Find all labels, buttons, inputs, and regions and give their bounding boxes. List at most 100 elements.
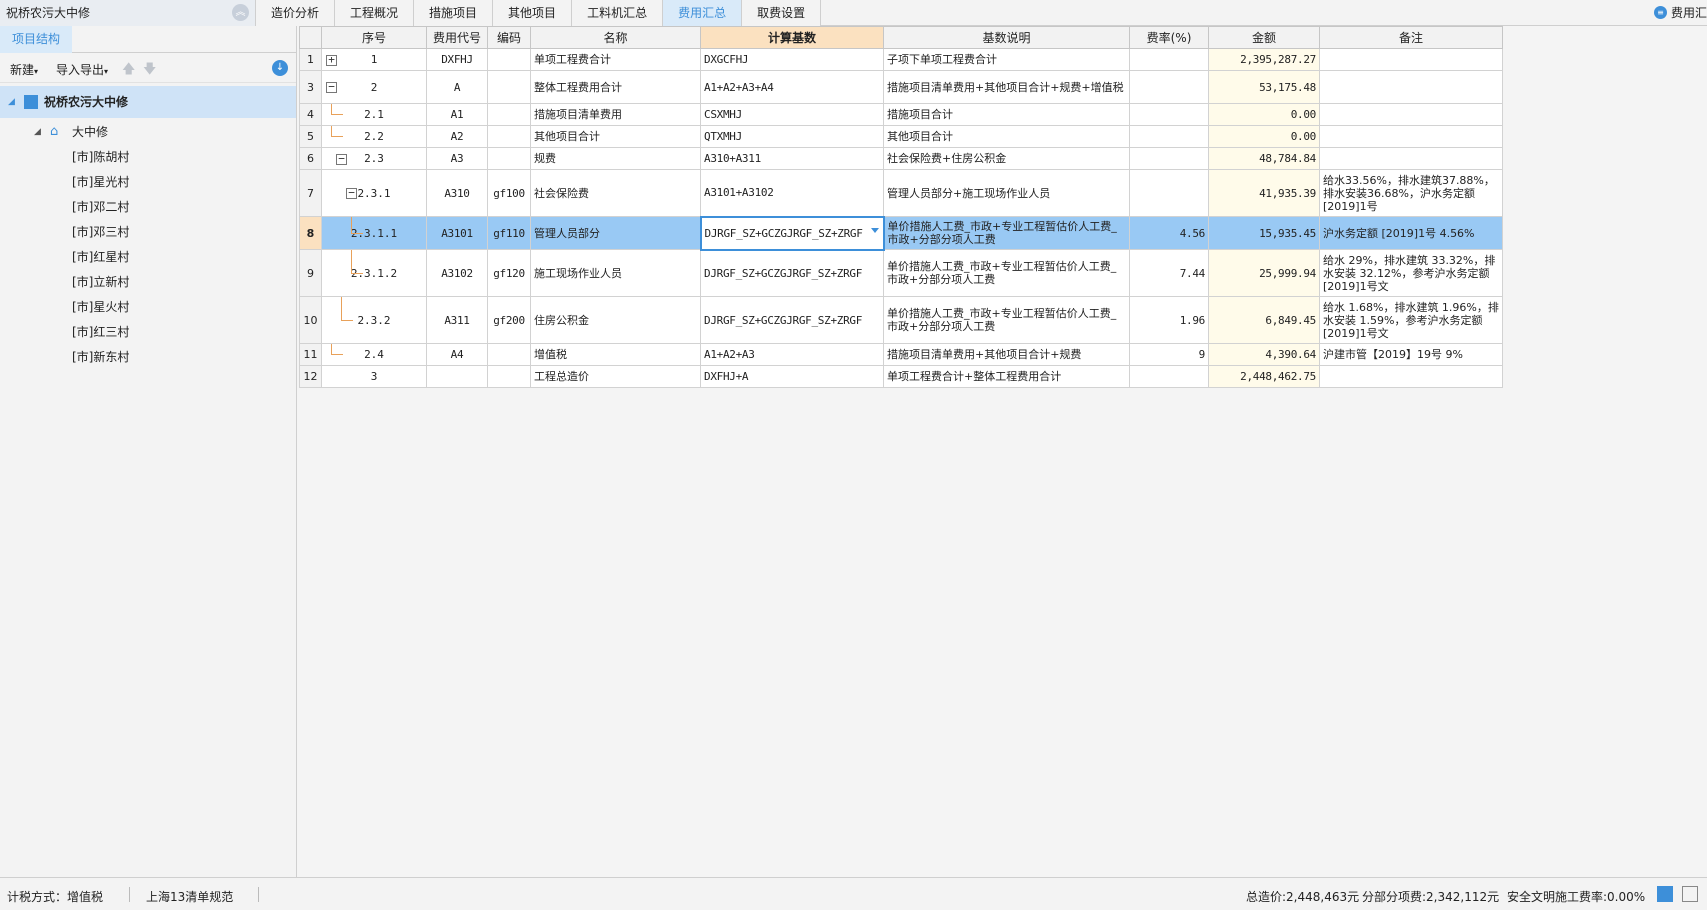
name-cell[interactable]: 措施项目清单费用: [530, 103, 701, 126]
code-cell[interactable]: gf100: [487, 169, 531, 217]
new-button[interactable]: 新建▾: [10, 61, 38, 78]
tree-leaf-item[interactable]: [市]邓二村: [0, 195, 296, 220]
rate-cell[interactable]: 9: [1129, 343, 1209, 366]
table-row[interactable]: 5 2.2 A2 其他项目合计 QTXMHJ 其他项目合计 0.00: [299, 125, 1503, 148]
header-name[interactable]: 名称: [530, 26, 701, 49]
calc-base-cell[interactable]: A310+A311: [700, 147, 884, 170]
base-desc-cell[interactable]: 单项工程费合计+整体工程费用合计: [883, 365, 1130, 388]
note-cell[interactable]: 沪建市管【2019】19号 9%: [1319, 343, 1503, 366]
calc-base-cell[interactable]: DJRGF_SZ+GCZGJRGF_SZ+ZRGF: [699, 215, 885, 251]
seq-cell[interactable]: 2.3.1.2: [321, 249, 427, 297]
note-cell[interactable]: 给水 29%，排水建筑 33.32%，排水安装 32.12%，参考沪水务定额[2…: [1319, 249, 1503, 297]
name-cell[interactable]: 整体工程费用合计: [530, 70, 701, 104]
collapse-panel-icon[interactable]: ︽: [232, 4, 249, 21]
header-seq[interactable]: 序号: [321, 26, 427, 49]
tab-labor-material-summary[interactable]: 工料机汇总: [572, 0, 664, 26]
import-export-button[interactable]: 导入导出▾: [56, 61, 108, 78]
table-row[interactable]: 4 2.1 A1 措施项目清单费用 CSXMHJ 措施项目合计 0.00: [299, 103, 1503, 126]
code-cell[interactable]: [487, 70, 531, 104]
header-base-desc[interactable]: 基数说明: [883, 26, 1130, 49]
code-cell[interactable]: [487, 365, 531, 388]
table-row[interactable]: 12 3 工程总造价 DXFHJ+A 单项工程费合计+整体工程费用合计 2,448,462…: [299, 365, 1503, 388]
table-row[interactable]: 10 2.3.2 A311 gf200 住房公积金 DJRGF_SZ+GCZGJRGF_S…: [299, 296, 1503, 344]
note-cell[interactable]: [1319, 147, 1503, 170]
base-desc-cell[interactable]: 措施项目清单费用+其他项目合计+规费+增值税: [883, 70, 1130, 104]
tree-leaf-item[interactable]: [市]红三村: [0, 320, 296, 345]
tree-node-item[interactable]: ◢ ⌂ 大中修: [0, 120, 296, 145]
base-desc-cell[interactable]: 子项下单项工程费合计: [883, 48, 1130, 71]
note-cell[interactable]: 给水 1.68%，排水建筑 1.96%，排水安装 1.59%，参考沪水务定额 […: [1319, 296, 1503, 344]
code-cell[interactable]: [487, 147, 531, 170]
note-cell[interactable]: [1319, 48, 1503, 71]
note-cell[interactable]: [1319, 103, 1503, 126]
fee-code-cell[interactable]: A4: [426, 343, 488, 366]
note-cell[interactable]: [1319, 125, 1503, 148]
tab-project-structure[interactable]: 项目结构: [0, 26, 73, 53]
base-desc-cell[interactable]: 单价措施人工费_市政+专业工程暂估价人工费_市政+分部分项人工费: [883, 216, 1130, 250]
calc-base-cell[interactable]: DXFHJ+A: [700, 365, 884, 388]
seq-cell[interactable]: 2.3.1.1: [321, 216, 427, 250]
note-cell[interactable]: 沪水务定额 [2019]1号 4.56%: [1319, 216, 1503, 250]
download-icon[interactable]: ↓: [272, 60, 288, 76]
table-row[interactable]: 1 +1 DXFHJ 单项工程费合计 DXGCFHJ 子项下单项工程费合计 2,395,28…: [299, 48, 1503, 71]
rate-cell[interactable]: [1129, 48, 1209, 71]
seq-cell[interactable]: 2.2: [321, 125, 427, 148]
collapse-icon[interactable]: −: [346, 187, 357, 199]
fee-code-cell[interactable]: A311: [426, 296, 488, 344]
code-cell[interactable]: gf120: [487, 249, 531, 297]
note-cell[interactable]: [1319, 365, 1503, 388]
base-desc-cell[interactable]: 单价措施人工费_市政+专业工程暂估价人工费_市政+分部分项人工费: [883, 296, 1130, 344]
code-cell[interactable]: gf110: [487, 216, 531, 250]
name-cell[interactable]: 单项工程费合计: [530, 48, 701, 71]
base-desc-cell[interactable]: 其他项目合计: [883, 125, 1130, 148]
rate-cell[interactable]: [1129, 103, 1209, 126]
calc-base-cell[interactable]: DJRGF_SZ+GCZGJRGF_SZ+ZRGF: [700, 249, 884, 297]
base-desc-cell[interactable]: 措施项目清单费用+其他项目合计+规费: [883, 343, 1130, 366]
base-desc-cell[interactable]: 管理人员部分+施工现场作业人员: [883, 169, 1130, 217]
calc-base-cell[interactable]: A3101+A3102: [700, 169, 884, 217]
code-cell[interactable]: [487, 48, 531, 71]
tab-other-items[interactable]: 其他项目: [493, 0, 573, 26]
tab-measure-items[interactable]: 措施项目: [414, 0, 494, 26]
code-cell[interactable]: gf200: [487, 296, 531, 344]
base-desc-cell[interactable]: 社会保险费+住房公积金: [883, 147, 1130, 170]
move-down-icon[interactable]: 🡇: [143, 60, 156, 82]
note-cell[interactable]: [1319, 70, 1503, 104]
fee-code-cell[interactable]: A2: [426, 125, 488, 148]
note-cell[interactable]: 给水33.56%，排水建筑37.88%，排水安装36.68%，沪水务定额[201…: [1319, 169, 1503, 217]
table-row[interactable]: 11 2.4 A4 增值税 A1+A2+A3 措施项目清单费用+其他项目合计+规费 9 4,3…: [299, 343, 1503, 366]
calc-base-cell[interactable]: DXGCFHJ: [700, 48, 884, 71]
header-note[interactable]: 备注: [1319, 26, 1503, 49]
tree-root-item[interactable]: ◢ 祝桥农污大中修: [0, 86, 296, 118]
tree-leaf-item[interactable]: [市]新东村: [0, 345, 296, 370]
code-cell[interactable]: [487, 103, 531, 126]
calc-base-cell[interactable]: A1+A2+A3: [700, 343, 884, 366]
table-row[interactable]: 8 2.3.1.1 A3101 gf110 管理人员部分 DJRGF_SZ+GCZGJRG…: [299, 215, 1503, 251]
rate-cell[interactable]: [1129, 70, 1209, 104]
rate-cell[interactable]: [1129, 365, 1209, 388]
table-row[interactable]: 3−2 A 整体工程费用合计 A1+A2+A3+A4 措施项目清单费用+其他项目合计+规…: [299, 70, 1503, 104]
tab-project-overview[interactable]: 工程概况: [335, 0, 415, 26]
seq-cell[interactable]: −2.3.1: [321, 169, 427, 217]
name-cell[interactable]: 增值税: [530, 343, 701, 366]
calc-base-cell[interactable]: DJRGF_SZ+GCZGJRGF_SZ+ZRGF: [700, 296, 884, 344]
header-calc-base[interactable]: 计算基数: [700, 26, 884, 49]
expand-icon[interactable]: +: [326, 54, 337, 66]
layout-split-icon[interactable]: [1682, 886, 1698, 902]
calc-base-cell[interactable]: CSXMHJ: [700, 103, 884, 126]
seq-cell[interactable]: − 2.3: [321, 147, 427, 170]
rate-cell[interactable]: 1.96: [1129, 296, 1209, 344]
tree-leaf-item[interactable]: [市]红星村: [0, 245, 296, 270]
seq-cell[interactable]: 2.1: [321, 103, 427, 126]
tree-leaf-item[interactable]: [市]陈胡村: [0, 145, 296, 170]
name-cell[interactable]: 工程总造价: [530, 365, 701, 388]
header-rate[interactable]: 费率(%): [1129, 26, 1209, 49]
header-fee-code[interactable]: 费用代号: [426, 26, 488, 49]
layout-single-icon[interactable]: [1657, 886, 1673, 902]
code-cell[interactable]: [487, 343, 531, 366]
fee-summary-shortcut[interactable]: ≡ 费用汇: [1651, 0, 1707, 26]
tab-fee-summary[interactable]: 费用汇总: [663, 0, 743, 26]
fee-code-cell[interactable]: A3101: [426, 216, 488, 250]
base-desc-cell[interactable]: 措施项目合计: [883, 103, 1130, 126]
rate-cell[interactable]: [1129, 147, 1209, 170]
